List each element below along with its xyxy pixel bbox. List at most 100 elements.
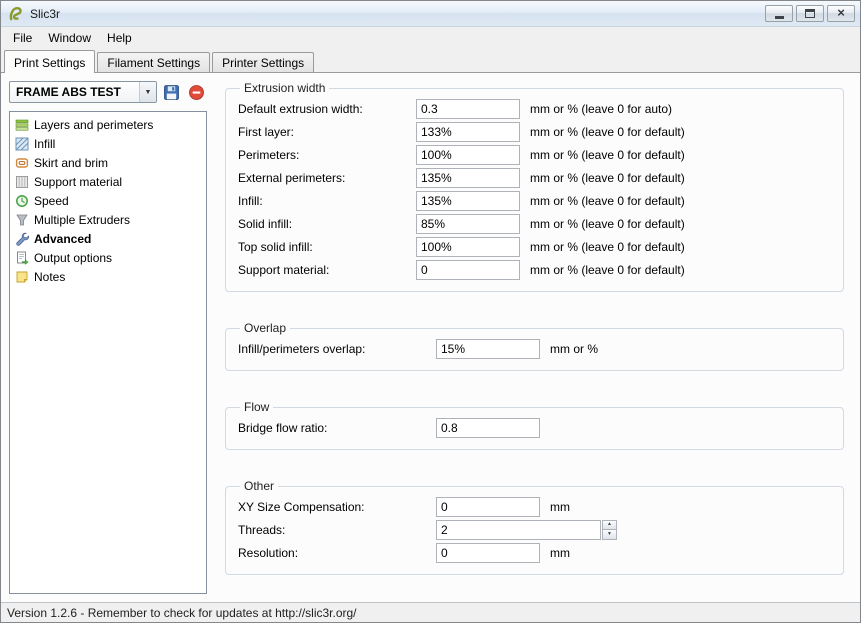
close-button[interactable]: ×	[827, 5, 855, 22]
xy-size-compensation-label: XY Size Compensation:	[238, 500, 436, 514]
input-cell	[436, 339, 540, 359]
input-cell	[416, 145, 520, 165]
setting-row: First layer:mm or % (leave 0 for default…	[238, 120, 831, 143]
solid-infill-input[interactable]	[416, 214, 520, 234]
minimize-button[interactable]	[765, 5, 793, 22]
infill-perimeters-overlap-input[interactable]	[436, 339, 540, 359]
setting-row: Bridge flow ratio:	[238, 416, 831, 439]
sidebar-item-infill[interactable]: Infill	[12, 134, 204, 153]
resolution-label: Resolution:	[238, 546, 436, 560]
slic3r-logo-icon	[8, 6, 24, 22]
extruders-icon	[15, 213, 29, 227]
status-bar: Version 1.2.6 - Remember to check for up…	[1, 602, 860, 622]
window-title: Slic3r	[30, 7, 60, 21]
input-cell	[416, 237, 520, 257]
unit-hint: mm	[540, 500, 831, 514]
first-layer-input[interactable]	[416, 122, 520, 142]
section-extrusion-width: Extrusion width Default extrusion width:m…	[225, 81, 844, 292]
threads-input[interactable]	[436, 520, 601, 540]
infill-input[interactable]	[416, 191, 520, 211]
section-overlap: OverlapInfill/perimeters overlap:mm or %	[225, 321, 844, 371]
input-cell: ▲▼	[436, 520, 540, 540]
default-extrusion-width-input[interactable]	[416, 99, 520, 119]
solid-infill-label: Solid infill:	[238, 217, 416, 231]
sidebar-item-speed[interactable]: Speed	[12, 191, 204, 210]
skirt-icon	[15, 156, 29, 170]
section-flow: FlowBridge flow ratio:	[225, 400, 844, 450]
delete-preset-button[interactable]	[186, 82, 207, 103]
infill-icon	[15, 137, 29, 151]
sidebar-item-skirt-and-brim[interactable]: Skirt and brim	[12, 153, 204, 172]
top-solid-infill-input[interactable]	[416, 237, 520, 257]
sidebar-item-support-material[interactable]: Support material	[12, 172, 204, 191]
sidebar-item-label: Speed	[34, 194, 69, 208]
support-icon	[15, 175, 29, 189]
input-cell	[416, 99, 520, 119]
tab-print-settings[interactable]: Print Settings	[4, 50, 95, 73]
setting-row: Infill/perimeters overlap:mm or %	[238, 337, 831, 360]
spin-down-icon[interactable]: ▼	[602, 530, 617, 540]
input-cell	[436, 543, 540, 563]
tab-filament-settings[interactable]: Filament Settings	[97, 52, 210, 72]
sidebar-item-label: Infill	[34, 137, 55, 151]
title-bar[interactable]: Slic3r ×	[1, 1, 860, 27]
setting-row: External perimeters:mm or % (leave 0 for…	[238, 166, 831, 189]
menu-window[interactable]: Window	[40, 27, 99, 49]
top-solid-infill-label: Top solid infill:	[238, 240, 416, 254]
save-preset-button[interactable]	[161, 82, 182, 103]
section-title: Extrusion width	[240, 81, 329, 95]
menu-help[interactable]: Help	[99, 27, 140, 49]
save-icon	[163, 84, 180, 101]
external-perimeters-input[interactable]	[416, 168, 520, 188]
infill-label: Infill:	[238, 194, 416, 208]
menu-file[interactable]: File	[5, 27, 40, 49]
preset-toolbar: FRAME ABS TEST ▼	[9, 81, 207, 103]
setting-row: XY Size Compensation: mm	[238, 495, 831, 518]
tab-bar: Print SettingsFilament SettingsPrinter S…	[1, 49, 860, 72]
notes-icon	[15, 270, 29, 284]
speed-icon	[15, 194, 29, 208]
advanced-icon	[15, 232, 29, 246]
bridge-flow-ratio-input[interactable]	[436, 418, 540, 438]
input-cell	[436, 418, 540, 438]
setting-row: Default extrusion width:mm or % (leave 0…	[238, 97, 831, 120]
tab-printer-settings[interactable]: Printer Settings	[212, 52, 314, 72]
content-area: FRAME ABS TEST ▼ Layers and perimeters In…	[1, 72, 860, 602]
preset-select[interactable]: FRAME ABS TEST ▼	[9, 81, 157, 103]
settings-panel: Extrusion width Default extrusion width:m…	[213, 73, 860, 602]
unit-hint: mm or % (leave 0 for auto)	[520, 102, 831, 116]
chevron-down-icon: ▼	[139, 82, 156, 102]
minimize-icon	[775, 16, 784, 19]
sidebar-item-layers-and-perimeters[interactable]: Layers and perimeters	[12, 115, 204, 134]
input-cell	[416, 260, 520, 280]
unit-hint: mm or % (leave 0 for default)	[520, 217, 831, 231]
setting-row: Resolution: mm	[238, 541, 831, 564]
app-window: Slic3r × FileWindowHelp Print SettingsFi…	[0, 0, 861, 623]
sidebar-item-advanced[interactable]: Advanced	[12, 229, 204, 248]
xy-size-compensation-input[interactable]	[436, 497, 540, 517]
maximize-button[interactable]	[796, 5, 824, 22]
sidebar-item-label: Multiple Extruders	[34, 213, 130, 227]
perimeters-input[interactable]	[416, 145, 520, 165]
sidebar-item-label: Output options	[34, 251, 112, 265]
setting-row: Perimeters: mm or % (leave 0 for default)	[238, 143, 831, 166]
sidebar-item-label: Layers and perimeters	[34, 118, 153, 132]
perimeters-label: Perimeters:	[238, 148, 416, 162]
spin-up-icon[interactable]: ▲	[602, 520, 617, 531]
sidebar-item-notes[interactable]: Notes	[12, 267, 204, 286]
sidebar-item-label: Notes	[34, 270, 65, 284]
threads-label: Threads:	[238, 523, 436, 537]
setting-row: Infill:mm or % (leave 0 for default)	[238, 189, 831, 212]
sidebar-item-multiple-extruders[interactable]: Multiple Extruders	[12, 210, 204, 229]
spinner: ▲▼	[602, 520, 617, 540]
maximize-icon	[805, 9, 815, 18]
resolution-input[interactable]	[436, 543, 540, 563]
support-material-input[interactable]	[416, 260, 520, 280]
bridge-flow-ratio-label: Bridge flow ratio:	[238, 421, 436, 435]
setting-row: Support material:mm or % (leave 0 for de…	[238, 258, 831, 281]
sidebar-item-output-options[interactable]: Output options	[12, 248, 204, 267]
unit-hint: mm or % (leave 0 for default)	[520, 148, 831, 162]
unit-hint: mm	[540, 546, 831, 560]
unit-hint: mm or % (leave 0 for default)	[520, 171, 831, 185]
status-text: Version 1.2.6 - Remember to check for up…	[7, 606, 357, 620]
